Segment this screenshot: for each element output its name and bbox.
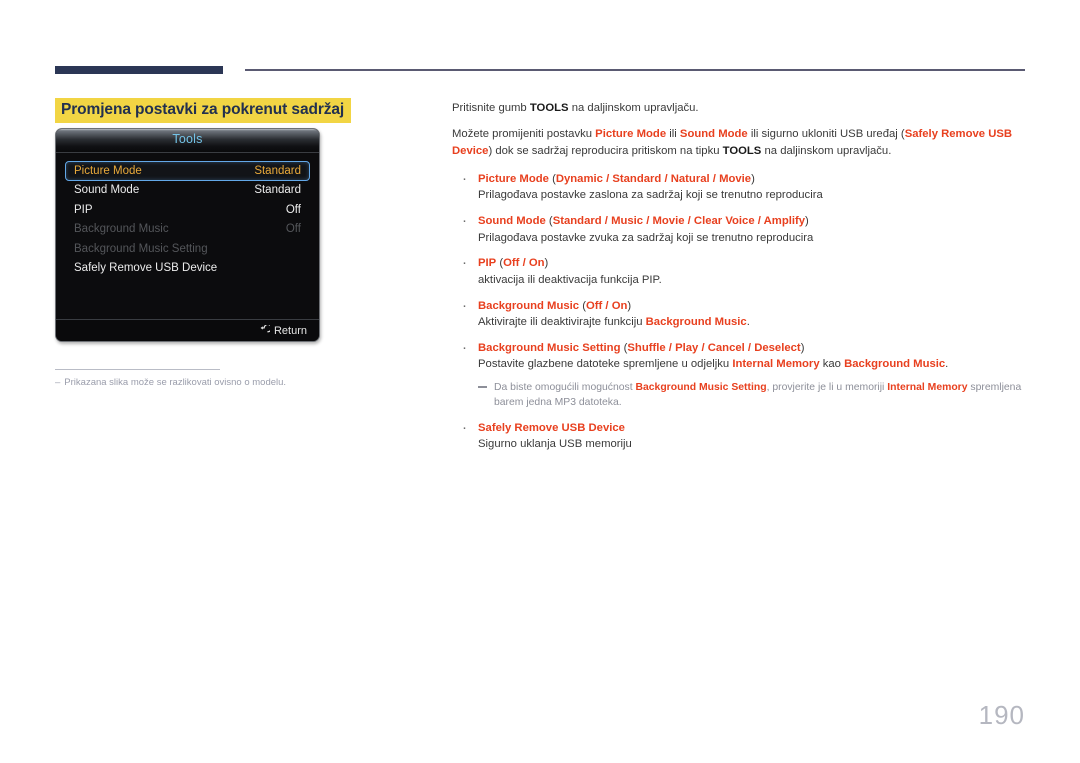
option-name: Safely Remove USB Device [478,421,625,434]
return-button-label: Return [273,324,307,337]
right-column: Pritisnite gumb TOOLS na daljinskom upra… [452,100,1030,462]
return-arrow-icon [260,325,270,333]
option-desc-post: . [746,316,750,329]
option-name: PIP [478,257,497,270]
option-values: Standard / Music / Movie / Clear Voice /… [552,215,806,228]
tv-menu-row-value: Standard [254,164,301,177]
intro2-p5: na daljinskom upravljaču. [761,144,892,157]
option-desc-mid: kao [819,358,845,371]
option-values: Off / On [503,257,545,270]
intro1-before: Pritisnite gumb [452,102,530,114]
option-bullet-heading: PIP (Off / On) [478,255,1030,271]
tv-menu-row: Background Music Setting [65,239,310,259]
intro2-k2: Sound Mode [679,127,748,140]
tv-menu-row-label: Safely Remove USB Device [74,262,218,275]
option-bullet-item: Safely Remove USB Device Sigurno uklanja … [452,417,1030,453]
option-bullet-item: Sound Mode (Standard / Music / Movie / C… [452,210,1030,246]
option-bullet-heading: Safely Remove USB Device [478,420,1030,436]
tv-menu-row-list: Picture Mode Standard Sound Mode Standard PI… [56,153,319,322]
footnote-divider [55,369,220,370]
page-number: 190 [978,700,1025,730]
intro-paragraph-2: Možete promijeniti postavku Picture Mode… [452,126,1030,160]
tv-menu-header: Tools [56,129,319,153]
intro2-k1: Picture Mode [595,127,667,140]
footnote-dash: – [55,377,61,388]
option-paren-close: ) [544,257,549,270]
option-paren-close: ) [627,299,632,312]
option-name: Sound Mode [478,215,546,228]
left-column: Promjena postavki za pokrenut sadržaj [55,98,425,123]
option-name: Picture Mode [478,172,549,185]
option-bullet-item: Background Music (Off / On)Aktivirajte i… [452,295,1030,331]
option-bullet-heading: Picture Mode (Dynamic / Standard / Natur… [478,171,1030,187]
header-divider-line [245,69,1025,71]
option-desc-post: . [945,358,949,371]
option-bullet-heading: Sound Mode (Standard / Music / Movie / C… [478,213,1030,229]
option-paren-open: ( [545,215,553,228]
intro2-k4: TOOLS [722,144,762,157]
option-desc-key: Background Music [645,316,747,329]
option-paren-close: ) [751,172,755,185]
tv-menu-row[interactable]: PIP Off [65,200,310,220]
option-bullet-item: Background Music Setting (Shuffle / Play… [452,337,1030,410]
option-values: Off / On [585,299,628,312]
option-name: Background Music Setting [478,342,621,355]
option-name: Background Music [478,299,580,312]
intro1-after: na daljinskom upravljaču. [568,102,699,114]
tv-menu-row-label: Picture Mode [74,164,142,177]
option-description: Prilagođava postavke zvuka za sadržaj ko… [478,231,814,244]
subnote-k2: Internal Memory [887,382,968,394]
option-desc-key2: Background Music [844,358,946,371]
option-bullet-item: PIP (Off / On) aktivacija ili deaktivacij… [452,252,1030,288]
tv-menu-row[interactable]: Sound Mode Standard [65,181,310,201]
intro2-p1: Možete promijeniti postavku [452,127,596,140]
option-bullet-item: Picture Mode (Dynamic / Standard / Natur… [452,168,1030,204]
tv-menu-row-label: Background Music [74,223,169,236]
option-description: Postavite glazbene datoteke spremljene u… [478,356,1030,373]
intro1-key: TOOLS [529,102,569,114]
return-button[interactable]: Return [259,325,307,337]
header-accent-bar [55,66,223,74]
intro-paragraph-1: Pritisnite gumb TOOLS na daljinskom upra… [452,100,1030,117]
tv-menu-row[interactable]: Safely Remove USB Device [65,259,310,279]
option-bullet-heading: Background Music Setting (Shuffle / Play… [478,340,1030,356]
option-description: Aktivirajte ili deaktivirajte funkciju B… [478,314,1030,331]
subnote-k1: Background Music Setting [635,382,767,394]
footnote-text: Prikazana slika može se razlikovati ovis… [64,377,287,388]
option-paren-open: ( [579,299,586,312]
option-description: Prilagođava postavke zaslona za sadržaj … [478,189,823,202]
option-paren-close: ) [805,215,809,228]
tv-menu-row-value: Off [285,223,301,236]
tv-menu-row[interactable]: Picture Mode Standard [65,161,310,181]
tv-menu-row-label: Background Music Setting [74,242,208,255]
intro2-p2: ili [666,127,680,140]
tv-tools-menu-mockup: Tools Picture Mode Standard Sound Mode Stan… [55,128,320,342]
option-paren-close: ) [800,342,805,355]
option-desc-pre: Aktivirajte ili deaktivirajte funkciju [478,316,646,329]
tv-menu-row-value: Off [285,203,301,216]
option-description: aktivacija ili deaktivacija funkcija PIP… [478,273,662,286]
tv-menu-row-value: Standard [254,184,301,197]
options-bullet-list: Picture Mode (Dynamic / Standard / Natur… [452,168,1030,453]
option-description: Sigurno uklanja USB memoriju [478,437,632,450]
subnote-p2: , provjerite je li u memoriji [766,382,888,394]
option-desc-pre: Postavite glazbene datoteke spremljene u… [478,358,733,371]
tv-menu-row-label: PIP [74,203,93,216]
option-subnote: Da biste omogućili mogućnost Background … [478,380,1030,410]
option-bullet-heading: Background Music (Off / On) [478,298,1030,314]
intro2-p3: ili sigurno ukloniti USB uređaj ( [747,127,905,140]
tv-menu-footer: Return [56,319,319,341]
tv-menu-row-label: Sound Mode [74,184,140,197]
page-title: Promjena postavki za pokrenut sadržaj [55,98,352,123]
option-desc-key: Internal Memory [732,358,820,371]
tv-menu-title: Tools [172,132,203,146]
option-values: Dynamic / Standard / Natural / Movie [555,172,752,185]
image-footnote: – Prikazana slika može se razlikovati ovi… [55,376,435,389]
tv-menu-row: Background Music Off [65,220,310,240]
option-paren-open: ( [548,172,556,185]
option-values: Shuffle / Play / Cancel / Deselect [627,342,801,355]
subnote-p1: Da biste omogućili mogućnost [494,382,636,394]
intro2-p4: ) dok se sadržaj reproducira pritiskom n… [488,144,723,157]
